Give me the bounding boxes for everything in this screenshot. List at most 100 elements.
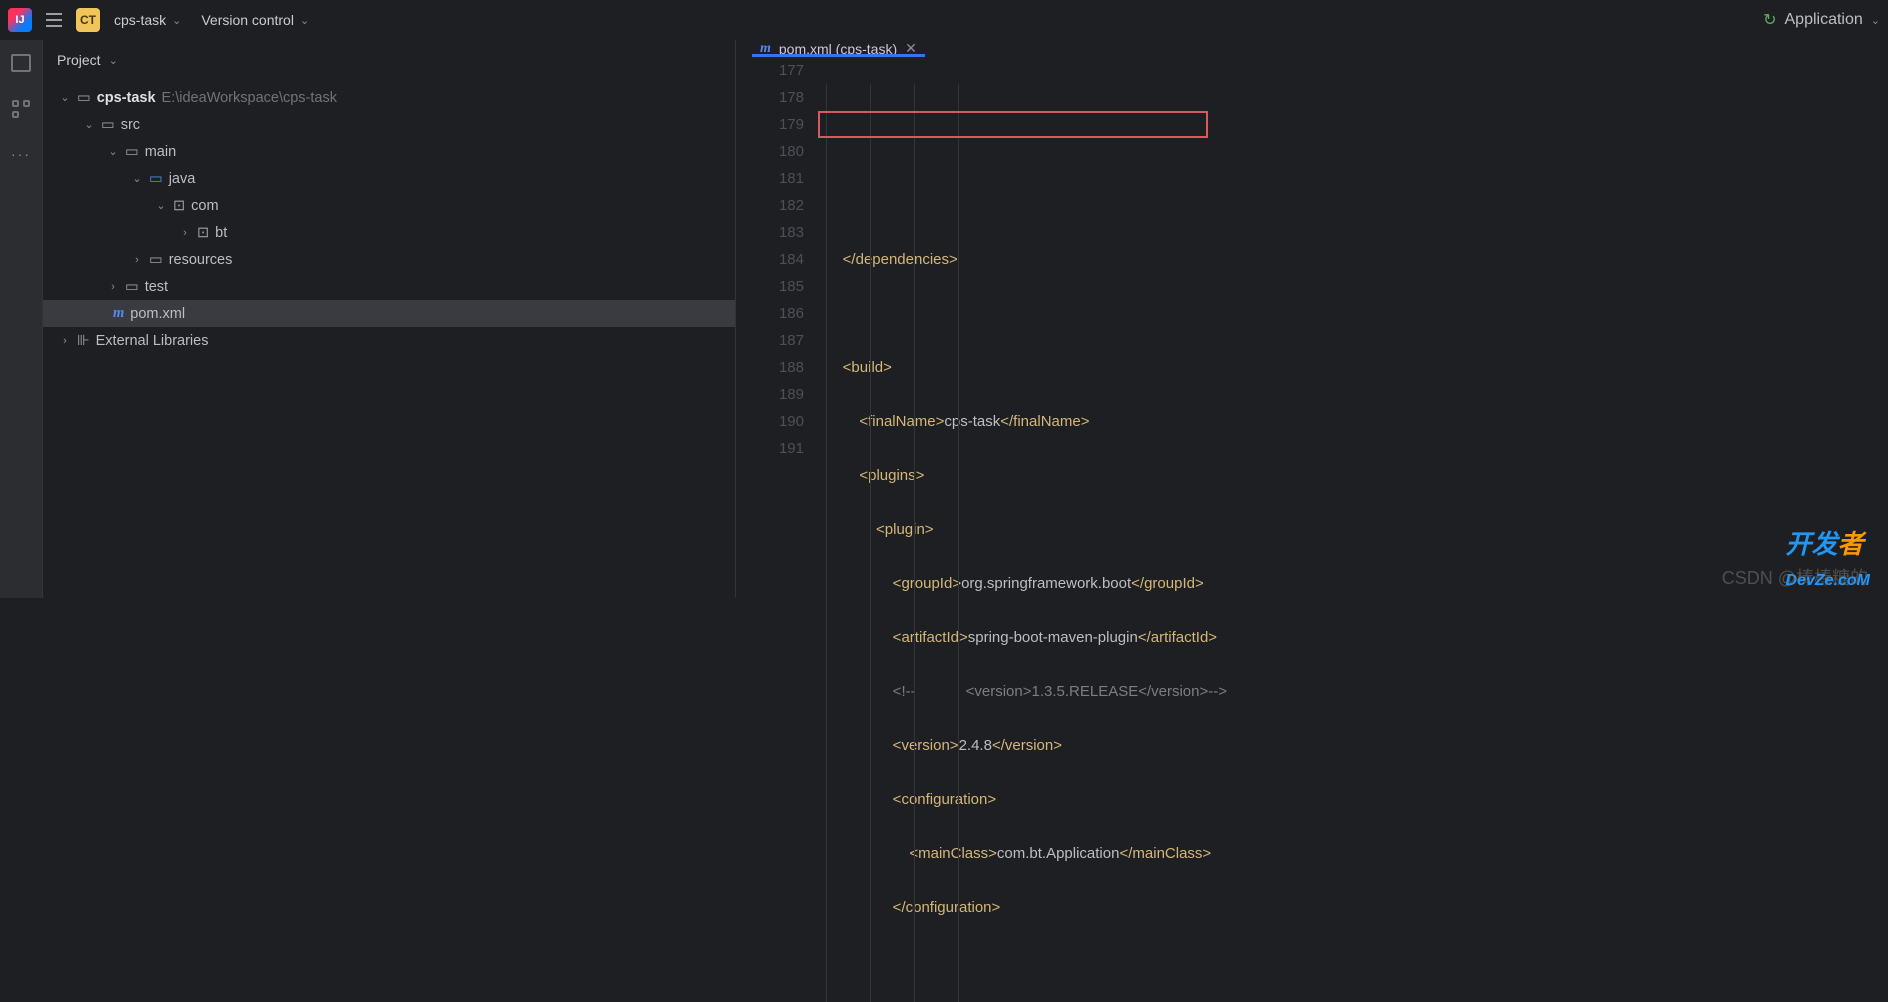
tree-node-java[interactable]: ⌄ ▭ java xyxy=(43,165,735,192)
vcs-label: Version control xyxy=(201,12,294,28)
maven-file-icon: m xyxy=(760,41,771,57)
code-line: <build> xyxy=(826,354,1888,381)
package-icon: ⊡ xyxy=(197,225,209,241)
code-line xyxy=(826,192,1888,219)
expand-icon: ⌄ xyxy=(155,199,167,212)
project-badge: CT xyxy=(76,8,100,32)
chevron-down-icon: ⌄ xyxy=(172,14,181,27)
more-tools-icon[interactable]: ··· xyxy=(11,146,31,162)
line-number: 189 xyxy=(736,381,804,408)
tree-node-resources[interactable]: › ▭ resources xyxy=(43,246,735,273)
tree-label: com xyxy=(191,198,218,214)
folder-icon: ▭ xyxy=(149,171,163,187)
line-number: 191 xyxy=(736,435,804,462)
code-line: <version>2.4.8</version> xyxy=(826,732,1888,759)
run-config-selector[interactable]: ↻ Application ⌄ xyxy=(1763,10,1880,30)
code-editor[interactable]: 177 178 179 180 181 182 183 184 185 186 … xyxy=(736,57,1888,975)
tree-path: E:\ideaWorkspace\cps-task xyxy=(162,90,337,106)
tree-node-test[interactable]: › ▭ test xyxy=(43,273,735,300)
line-number: 184 xyxy=(736,246,804,273)
tree-label: External Libraries xyxy=(96,333,209,349)
project-name-label: cps-task xyxy=(114,12,166,28)
project-panel-title: Project xyxy=(57,52,101,68)
line-number: 187 xyxy=(736,327,804,354)
app-logo-icon[interactable]: IJ xyxy=(8,8,32,32)
line-number: 177 xyxy=(736,57,804,84)
tree-label: cps-task xyxy=(97,90,156,106)
folder-icon: ▭ xyxy=(101,117,115,133)
line-number: 185 xyxy=(736,273,804,300)
vcs-menu[interactable]: Version control ⌄ xyxy=(195,8,315,32)
line-number: 190 xyxy=(736,408,804,435)
tree-node-external-libraries[interactable]: › ⊪ External Libraries xyxy=(43,327,735,354)
line-number: 178 xyxy=(736,84,804,111)
line-number: 181 xyxy=(736,165,804,192)
folder-icon: ▭ xyxy=(125,144,139,160)
tree-node-main[interactable]: ⌄ ▭ main xyxy=(43,138,735,165)
editor-tabs: m pom.xml (cps-task) ✕ xyxy=(736,40,1888,57)
project-selector[interactable]: cps-task ⌄ xyxy=(108,8,187,32)
tree-label: pom.xml xyxy=(130,306,185,322)
collapse-icon: › xyxy=(59,335,71,347)
main-toolbar: IJ CT cps-task ⌄ Version control ⌄ ↻ App… xyxy=(0,0,1888,40)
code-line: <plugins> xyxy=(826,462,1888,489)
tab-label: pom.xml (cps-task) xyxy=(779,41,897,57)
close-tab-icon[interactable]: ✕ xyxy=(905,40,917,57)
folder-icon: ▭ xyxy=(77,90,91,106)
line-gutter: 177 178 179 180 181 182 183 184 185 186 … xyxy=(736,57,826,975)
tree-node-root[interactable]: ⌄ ▭ cps-task E:\ideaWorkspace\cps-task xyxy=(43,84,735,111)
line-number: 182 xyxy=(736,192,804,219)
code-line: <groupId>org.springframework.boot</group… xyxy=(826,570,1888,597)
expand-icon: ⌄ xyxy=(131,172,143,185)
main-menu-button[interactable] xyxy=(40,6,68,34)
project-tree: ⌄ ▭ cps-task E:\ideaWorkspace\cps-task ⌄… xyxy=(43,80,735,358)
content-area: ··· Project ⌄ ⌄ ▭ cps-task E:\ideaWorksp… xyxy=(0,40,1888,598)
run-config-label: Application xyxy=(1785,11,1863,29)
code-line xyxy=(826,138,1888,165)
tool-window-bar: ··· xyxy=(0,40,42,598)
tree-label: src xyxy=(121,117,140,133)
code-line: <finalName>cps-task</finalName> xyxy=(826,408,1888,435)
code-line: <mainClass>com.bt.Application</mainClass… xyxy=(826,840,1888,867)
line-number: 188 xyxy=(736,354,804,381)
line-number: 183 xyxy=(736,219,804,246)
chevron-down-icon: ⌄ xyxy=(300,14,309,27)
code-content[interactable]: </dependencies> <build> <finalName>cps-t… xyxy=(826,57,1888,975)
tree-node-pom[interactable]: m pom.xml xyxy=(43,300,735,327)
maven-file-icon: m xyxy=(113,305,124,322)
code-line: <configuration> xyxy=(826,786,1888,813)
code-line: </dependencies> xyxy=(826,246,1888,273)
editor-panel: m pom.xml (cps-task) ✕ 177 178 179 180 1… xyxy=(736,40,1888,598)
folder-icon: ▭ xyxy=(125,279,139,295)
structure-tool-icon[interactable] xyxy=(12,100,30,118)
chevron-down-icon: ⌄ xyxy=(109,54,118,67)
code-line: </configuration> xyxy=(826,894,1888,921)
tree-label: bt xyxy=(215,225,227,241)
chevron-down-icon: ⌄ xyxy=(1871,14,1880,27)
tree-label: test xyxy=(145,279,168,295)
collapse-icon: › xyxy=(179,227,191,239)
tree-label: main xyxy=(145,144,176,160)
expand-icon: ⌄ xyxy=(59,91,71,104)
collapse-icon: › xyxy=(131,254,143,266)
rerun-icon: ↻ xyxy=(1763,10,1776,30)
collapse-icon: › xyxy=(107,281,119,293)
highlight-box xyxy=(818,111,1208,138)
code-line: <artifactId>spring-boot-maven-plugin</ar… xyxy=(826,624,1888,651)
project-panel: Project ⌄ ⌄ ▭ cps-task E:\ideaWorkspace\… xyxy=(42,40,736,598)
line-number: 186 xyxy=(736,300,804,327)
project-panel-header[interactable]: Project ⌄ xyxy=(43,40,735,80)
code-line xyxy=(826,300,1888,327)
tree-node-bt[interactable]: › ⊡ bt xyxy=(43,219,735,246)
editor-tab-pom[interactable]: m pom.xml (cps-task) ✕ xyxy=(752,40,925,57)
line-number: 179 xyxy=(736,111,804,138)
expand-icon: ⌄ xyxy=(83,118,95,131)
line-number: 180 xyxy=(736,138,804,165)
project-tool-icon[interactable] xyxy=(11,54,31,72)
tree-node-src[interactable]: ⌄ ▭ src xyxy=(43,111,735,138)
expand-icon: ⌄ xyxy=(107,145,119,158)
resources-folder-icon: ▭ xyxy=(149,252,163,268)
tree-node-com[interactable]: ⌄ ⊡ com xyxy=(43,192,735,219)
code-line: <plugin> xyxy=(826,516,1888,543)
tree-label: java xyxy=(169,171,196,187)
